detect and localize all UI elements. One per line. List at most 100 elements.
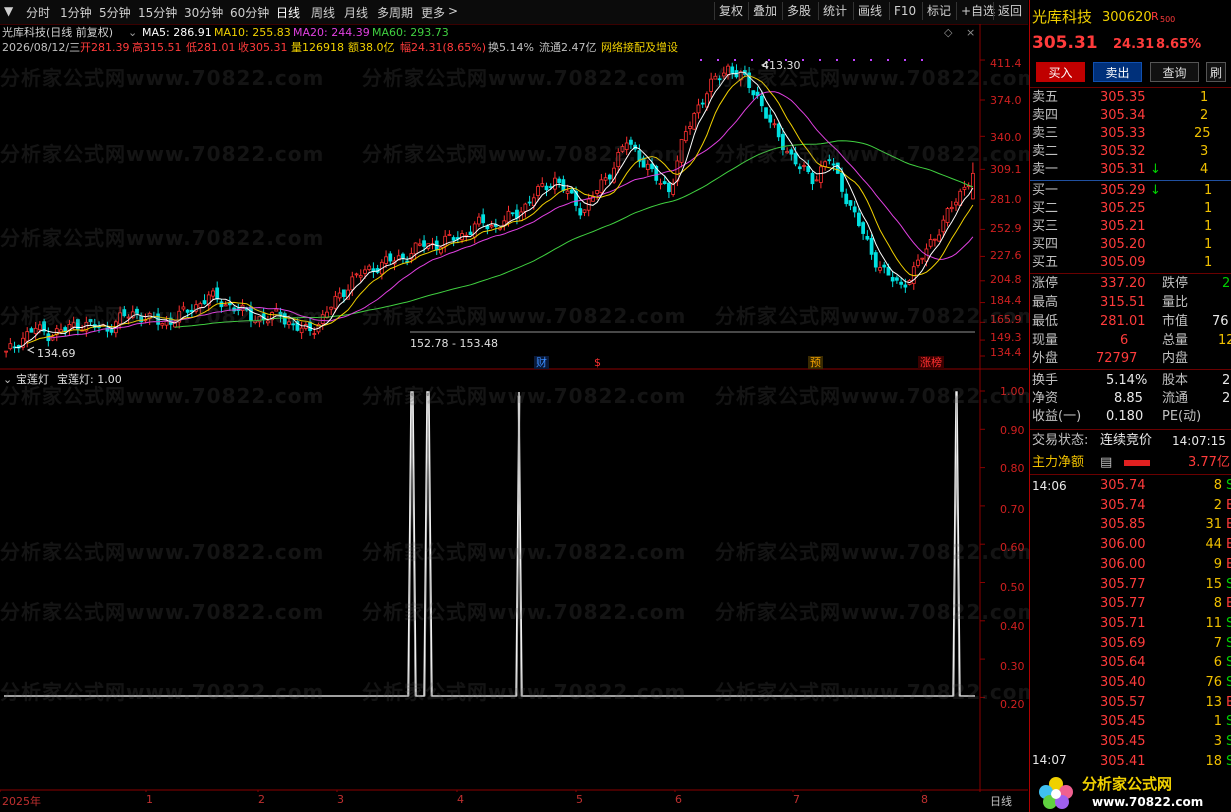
bid-price[interactable]: 305.29 — [1100, 183, 1146, 199]
bid-price[interactable]: 305.09 — [1100, 255, 1146, 271]
more-button[interactable]: 刷 — [1206, 62, 1226, 82]
event-dividend[interactable]: $ — [592, 356, 603, 369]
ask-label: 卖五 — [1032, 90, 1059, 105]
period-tab[interactable]: 5分钟 — [99, 4, 131, 21]
tick-volume: 1 — [1213, 714, 1222, 730]
bid-volume: 1 — [1204, 183, 1213, 198]
ind-tick: 0.70 — [1000, 503, 1025, 516]
candle-body — [515, 209, 519, 219]
ask-price[interactable]: 305.34 — [1100, 108, 1146, 124]
range-label: 152.78 - 153.48 — [410, 337, 498, 350]
candle-body — [4, 350, 8, 353]
candle-body — [857, 212, 861, 226]
candle-body — [33, 327, 38, 334]
tick-volume: 6 — [1213, 655, 1222, 671]
logo-area: 分析家公式网 www.70822.com — [1030, 774, 1231, 812]
event-top-gainer[interactable]: 涨榜 — [918, 356, 944, 369]
event-forecast[interactable]: 预 — [808, 356, 823, 369]
overlay-button[interactable]: 叠加 — [748, 2, 781, 20]
candle-body — [937, 234, 941, 242]
chevron-right-icon[interactable]: > — [448, 4, 458, 18]
bid-price[interactable]: 305.25 — [1100, 201, 1146, 217]
ask-volume: 25 — [1194, 126, 1211, 141]
tick-flag: B — [1226, 596, 1231, 612]
period-indicator[interactable]: 日线 — [990, 793, 1012, 809]
tick-flag: B — [1226, 695, 1231, 711]
ask-price[interactable]: 305.33 — [1100, 126, 1146, 142]
candle-body — [582, 209, 587, 213]
period-tab[interactable]: 1分钟 — [60, 4, 92, 21]
sell-button[interactable]: 卖出 — [1093, 62, 1142, 82]
quote-panel: 光库科技 300620 R 500 305.31 24.31 8.65% 买入 … — [1029, 0, 1231, 812]
stat-value: 2 — [1222, 391, 1231, 406]
back-button[interactable]: 返回 — [993, 2, 1026, 20]
stat-value: 0.180 — [1106, 409, 1144, 424]
main-flow-label: 主力净额 — [1032, 455, 1085, 470]
period-tab[interactable]: 月线 — [344, 4, 368, 21]
arrow-down-icon: ↓ — [1150, 183, 1161, 198]
multi-stock-button[interactable]: 多股 — [782, 2, 815, 20]
event-dot — [904, 59, 906, 61]
period-tab-more[interactable]: 更多 — [421, 4, 445, 21]
date-tick: 5 — [576, 793, 583, 806]
date-tick: 8 — [921, 793, 928, 806]
candle-body — [776, 123, 781, 138]
candle-body — [367, 265, 372, 270]
bid-volume: 1 — [1204, 201, 1213, 216]
candle-body — [658, 183, 663, 185]
event-dot — [734, 59, 736, 61]
candle-body — [920, 257, 925, 260]
candle-body — [928, 239, 933, 247]
watermark: 分析家公式网www.70822.com — [715, 384, 1040, 408]
period-tab[interactable]: 30分钟 — [184, 4, 223, 21]
mark-button[interactable]: 标记 — [922, 2, 955, 20]
period-tab[interactable]: 15分钟 — [138, 4, 177, 21]
event-dot — [870, 59, 872, 61]
collapse-icon[interactable]: ▼ — [4, 4, 13, 18]
ind-tick: 0.30 — [1000, 660, 1025, 673]
candle-body — [354, 273, 359, 276]
statistics-button[interactable]: 统计 — [818, 2, 851, 20]
candle-body — [806, 166, 811, 173]
event-financial[interactable]: 财 — [534, 356, 549, 369]
f10-button[interactable]: F10 — [889, 2, 920, 20]
period-tab[interactable]: 60分钟 — [230, 4, 269, 21]
bid-label: 买四 — [1032, 237, 1059, 252]
period-tab[interactable]: 周线 — [311, 4, 335, 21]
candle-body — [861, 222, 866, 234]
buy-button[interactable]: 买入 — [1036, 62, 1085, 82]
candle-body — [692, 113, 697, 130]
candle-body — [468, 231, 473, 236]
adjust-button[interactable]: 复权 — [714, 2, 747, 20]
low-marker-icon — [26, 346, 35, 354]
stat-label: 外盘 — [1032, 351, 1059, 366]
price-tick: 204.8 — [990, 273, 1022, 286]
tick-price: 305.71 — [1100, 615, 1146, 631]
ask-price[interactable]: 305.31 — [1100, 162, 1146, 178]
candle-body — [819, 166, 823, 183]
bid-price[interactable]: 305.21 — [1100, 219, 1146, 235]
draw-button[interactable]: 画线 — [853, 2, 886, 20]
candle-body — [688, 126, 692, 129]
tick-volume: 31 — [1205, 517, 1222, 533]
candle-body — [941, 219, 946, 233]
ask-price[interactable]: 305.35 — [1100, 90, 1146, 106]
period-tab[interactable]: 多周期 — [377, 4, 413, 21]
list-icon[interactable]: ▤ — [1100, 455, 1112, 471]
bid-price[interactable]: 305.20 — [1100, 237, 1146, 253]
tick-price: 305.69 — [1100, 635, 1146, 651]
period-tab[interactable]: 分时 — [26, 4, 50, 21]
stat-value: 2 — [1222, 373, 1231, 388]
ask-price[interactable]: 305.32 — [1100, 144, 1146, 160]
tick-flag: S — [1226, 577, 1231, 593]
stat-value: 72797 — [1096, 351, 1138, 366]
candle-body — [489, 225, 494, 228]
event-dot — [853, 59, 855, 61]
ask-label: 卖二 — [1032, 144, 1059, 159]
candle-body — [709, 78, 714, 92]
candle-body — [569, 189, 574, 194]
watermark: 分析家公式网www.70822.com — [0, 540, 325, 564]
query-button[interactable]: 查询 — [1150, 62, 1199, 82]
date-tick: 4 — [457, 793, 464, 806]
period-tab-active[interactable]: 日线 — [276, 4, 300, 21]
